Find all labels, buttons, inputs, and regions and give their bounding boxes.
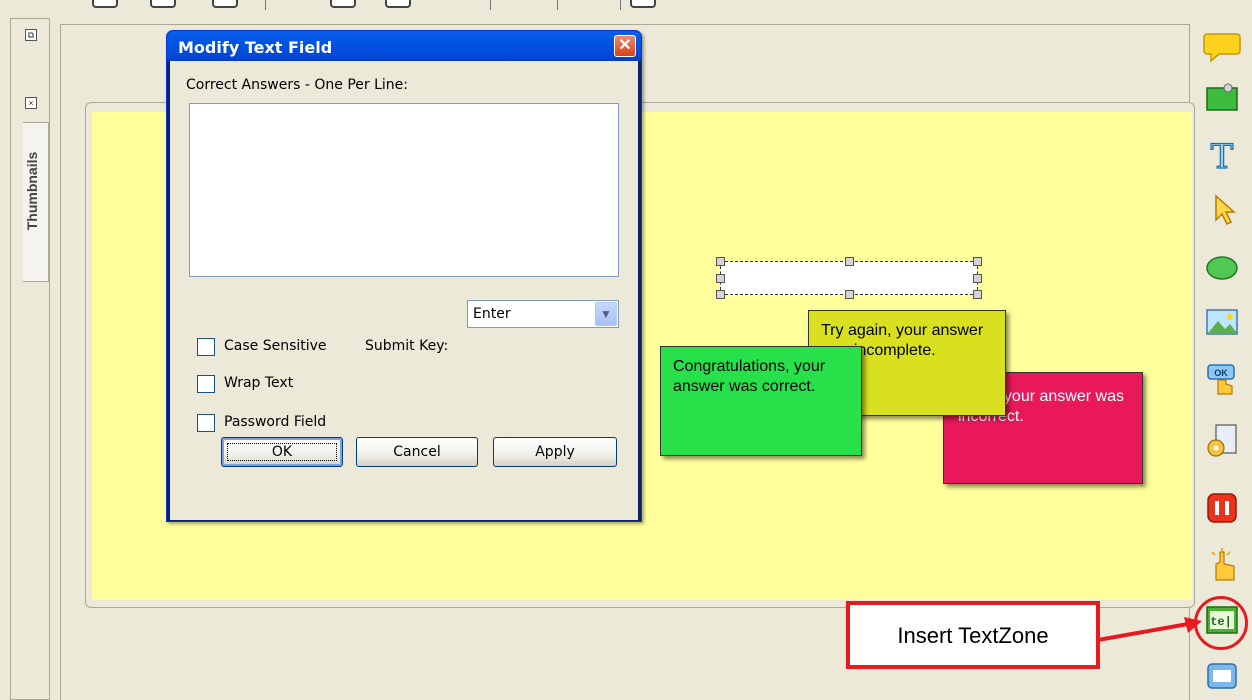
toolbar-button[interactable] (330, 0, 356, 8)
submit-key-label: Submit Key: (365, 338, 449, 354)
wrap-text-checkbox[interactable] (197, 375, 215, 393)
ok-button-label: OK (226, 443, 338, 461)
pointer-arrow (1097, 617, 1202, 642)
message-icon[interactable] (1202, 656, 1242, 696)
resize-handle[interactable] (845, 290, 854, 299)
text-icon[interactable]: T (1202, 134, 1242, 174)
case-sensitive-label: Case Sensitive (224, 338, 327, 354)
toolbar-button[interactable] (150, 0, 176, 8)
caption-icon[interactable] (1202, 26, 1242, 66)
toolbar-separator (265, 0, 266, 10)
resize-handle[interactable] (973, 257, 982, 266)
toolbar-separator (620, 0, 621, 10)
correct-feedback-text: Congratulations, your answer was correct… (673, 358, 826, 395)
chevron-down-icon[interactable]: ▼ (595, 302, 617, 326)
thumbnails-tab[interactable]: Thumbnails (23, 122, 49, 282)
animation-icon[interactable] (1202, 420, 1242, 460)
annotation-callout: Insert TextZone (846, 601, 1100, 669)
resize-handle[interactable] (973, 290, 982, 299)
toolbar-button[interactable] (92, 0, 118, 8)
close-icon: ✕ (618, 37, 632, 54)
correct-feedback-caption[interactable]: Congratulations, your answer was correct… (660, 346, 862, 456)
pause-icon[interactable] (1202, 488, 1242, 528)
modify-text-field-dialog: Modify Text Field ✕ Correct Answers - On… (166, 30, 642, 522)
dialog-title: Modify Text Field (178, 38, 333, 57)
thumbnails-panel: ⧉ × (10, 18, 50, 700)
toolbar-button[interactable] (630, 0, 656, 8)
toolbar-separator (490, 0, 491, 10)
shape-icon[interactable] (1202, 246, 1242, 286)
resize-handle[interactable] (716, 274, 725, 283)
top-toolbar (0, 0, 1252, 10)
apply-button[interactable]: Apply (493, 437, 617, 467)
svg-text:OK: OK (1214, 368, 1228, 378)
text-entry-field[interactable] (716, 257, 982, 299)
toolbar-separator (557, 0, 558, 10)
toolbar-button[interactable] (385, 0, 411, 8)
restore-panel-icon[interactable]: ⧉ (25, 29, 37, 41)
svg-text:T: T (1211, 137, 1234, 174)
ok-button[interactable]: OK (221, 437, 343, 467)
click-zone-icon[interactable] (1202, 546, 1242, 586)
resize-handle[interactable] (973, 274, 982, 283)
highlight-box-icon[interactable] (1202, 78, 1242, 118)
correct-answers-textarea[interactable] (189, 103, 619, 277)
cursor-icon[interactable] (1202, 190, 1242, 230)
case-sensitive-checkbox[interactable] (197, 338, 215, 356)
toolbar-button[interactable] (212, 0, 238, 8)
thumbnails-tab-label: Thumbnails (24, 151, 40, 231)
image-icon[interactable] (1202, 302, 1242, 342)
cancel-button[interactable]: Cancel (356, 437, 478, 467)
close-button[interactable]: ✕ (614, 35, 636, 57)
submit-key-value: Enter (473, 306, 511, 322)
resize-handle[interactable] (716, 290, 725, 299)
resize-handle[interactable] (845, 257, 854, 266)
button-icon[interactable]: OK (1202, 360, 1242, 400)
password-field-label: Password Field (224, 414, 327, 430)
dialog-titlebar[interactable]: Modify Text Field ✕ (167, 31, 641, 61)
answers-label: Correct Answers - One Per Line: (186, 77, 408, 93)
annotation-label: Insert TextZone (897, 623, 1049, 648)
close-panel-icon[interactable]: × (25, 97, 37, 109)
password-field-checkbox[interactable] (197, 414, 215, 432)
wrap-text-label: Wrap Text (224, 375, 294, 391)
submit-key-select[interactable]: Enter ▼ (467, 300, 619, 328)
resize-handle[interactable] (716, 257, 725, 266)
